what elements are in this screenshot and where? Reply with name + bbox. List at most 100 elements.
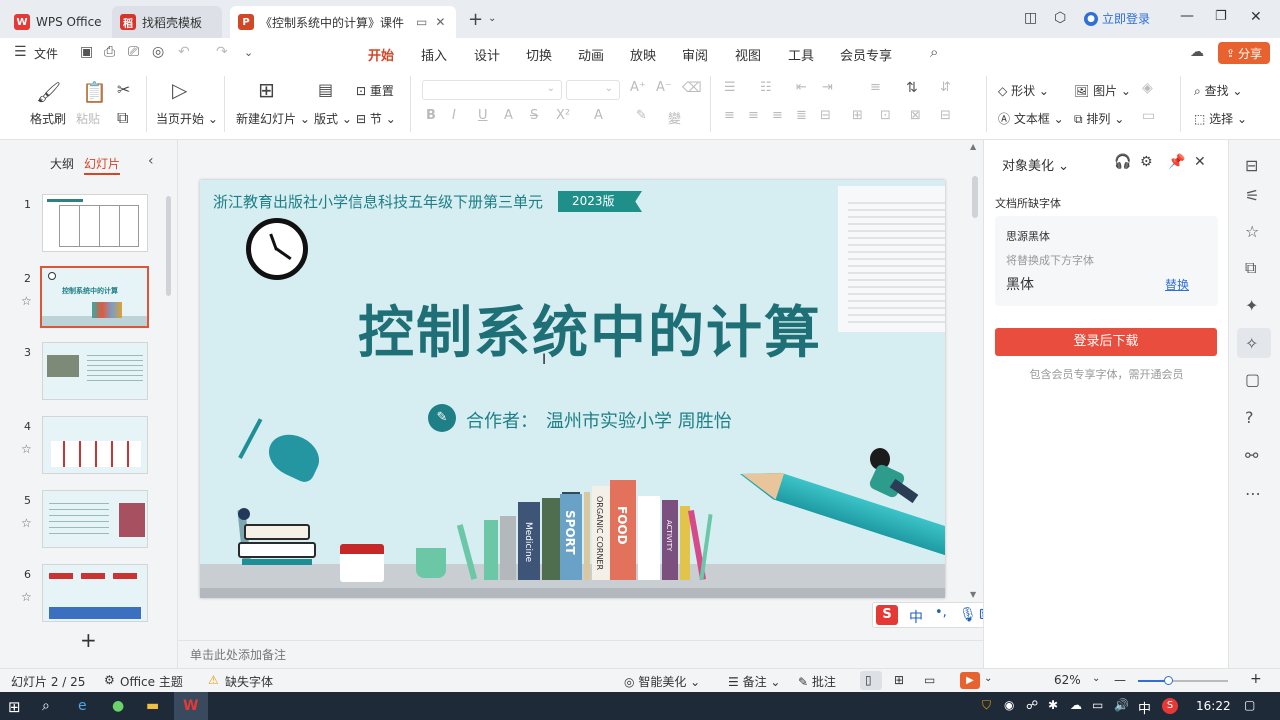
quick-access-chevron-icon[interactable]: ⌄ (244, 46, 253, 59)
taskbar-search-icon[interactable]: ⌕ (42, 698, 50, 714)
tab-ppt-document[interactable]: P 《控制系统中的计算》课件（ ▭ ✕ (230, 6, 456, 38)
tray-network-icon[interactable]: ☍ (1026, 698, 1038, 712)
new-tab-plus-icon[interactable]: + (468, 9, 483, 30)
align-center-icon[interactable]: ≡ (748, 108, 759, 123)
star-icon[interactable]: ☆ (21, 516, 32, 530)
panel-title-dropdown[interactable]: 对象美化 ⌄ (1002, 155, 1069, 174)
picture-button[interactable]: 🖼 图片 ⌄ (1074, 82, 1131, 99)
slide-thumbnail-4[interactable] (42, 416, 148, 474)
tab-tools[interactable]: 工具 (788, 45, 814, 64)
font-family-dropdown[interactable]: ⌄ (422, 80, 562, 100)
volume-icon[interactable]: 🔊 (1114, 698, 1129, 712)
help-icon[interactable]: ? (1245, 408, 1254, 427)
tab-insert[interactable]: 插入 (421, 45, 447, 64)
more-icon[interactable]: ⋯ (1245, 484, 1261, 503)
headset-icon[interactable]: 🎧 (1114, 154, 1131, 170)
cube-icon[interactable]: ⬡ (1054, 10, 1066, 26)
ime-lang[interactable]: 中 (909, 607, 923, 627)
layout-button[interactable]: 版式 ⌄ (314, 110, 352, 127)
tab-list-chevron-icon[interactable]: ⌄ (488, 13, 496, 24)
tab-design[interactable]: 设计 (474, 45, 500, 64)
slide-thumbnail-1[interactable] (42, 194, 148, 252)
close-window-icon[interactable]: ✕ (1250, 9, 1262, 25)
tab-slideshow[interactable]: 放映 (630, 45, 656, 64)
font-size-dropdown[interactable]: ⌄ (566, 80, 620, 100)
font-color-icon[interactable]: A (594, 108, 603, 123)
tab-docer[interactable]: 稻 找稻壳模板 (112, 6, 222, 38)
gear-icon[interactable]: ⚙ (1140, 154, 1153, 170)
sort-icon[interactable]: ⇅ (906, 80, 918, 96)
columns-icon[interactable]: ⊞ (852, 108, 863, 123)
strikethrough-icon[interactable]: S (530, 108, 538, 123)
slide-thumbnail-3[interactable] (42, 342, 148, 400)
slideshow-chevron-icon[interactable]: ⌄ (984, 673, 992, 684)
file-explorer-icon[interactable]: ▬ (146, 698, 159, 714)
format-painter-button[interactable]: 格式刷 (30, 110, 66, 127)
play-slideshow-button[interactable]: ▶ (960, 672, 980, 689)
missing-font-status[interactable]: 缺失字体 (225, 673, 273, 690)
tab-review[interactable]: 审阅 (682, 45, 708, 64)
bullets-icon[interactable]: ☰ (724, 80, 736, 95)
star-icon[interactable]: ☆ (21, 294, 32, 308)
monitor-icon[interactable]: ▭ (416, 15, 427, 29)
increase-font-icon[interactable]: A⁺ (630, 80, 646, 95)
justify-icon[interactable]: ≣ (796, 108, 807, 123)
pin-icon[interactable]: 📌 (1168, 154, 1185, 170)
taskbar-lang[interactable]: 中 (1138, 698, 1151, 717)
undo-icon[interactable]: ↶ (178, 44, 190, 60)
maximize-icon[interactable]: ❐ (1215, 9, 1227, 24)
char-spacing-icon[interactable]: 變 (668, 108, 681, 127)
normal-view-icon[interactable]: ▯ (865, 673, 872, 687)
tab-transition[interactable]: 切换 (526, 45, 552, 64)
editor-scrollbar[interactable] (972, 176, 978, 218)
shadow-icon[interactable]: A (504, 108, 513, 123)
fill-icon[interactable]: ◈ (1142, 80, 1153, 96)
line-spacing-icon[interactable]: ≡ (870, 80, 881, 95)
tray-cloud-icon[interactable]: ☁ (1070, 698, 1082, 712)
comments-button[interactable]: ✎ 批注 (798, 673, 836, 690)
shape-button[interactable]: ◇ 形状 ⌄ (998, 82, 1049, 99)
zoom-in-icon[interactable]: + (1250, 671, 1262, 687)
wps-taskbar-icon[interactable]: W (183, 698, 198, 714)
textbox-button[interactable]: Ⓐ 文本框 ⌄ (998, 110, 1064, 127)
tray-monitor-icon[interactable]: ▭ (1092, 698, 1103, 712)
tab-wps-office[interactable]: W WPS Office (6, 6, 106, 38)
redo-icon[interactable]: ↷ (216, 44, 228, 60)
tab-animation[interactable]: 动画 (578, 45, 604, 64)
copy-icon[interactable]: ⧉ (117, 108, 128, 128)
slides-tab[interactable]: 幻灯片 (84, 155, 120, 172)
zoom-slider-thumb[interactable] (1164, 676, 1173, 685)
superscript-icon[interactable]: X² (556, 108, 570, 123)
scroll-down-icon[interactable]: ▼ (970, 590, 976, 599)
add-slide-plus-icon[interactable]: + (80, 628, 97, 652)
distribute-icon[interactable]: ⊟ (820, 108, 831, 123)
clear-format-icon[interactable]: ⌫ (682, 80, 702, 96)
text-box-align-icon[interactable]: ⊠ (910, 108, 921, 123)
notification-icon[interactable]: ▢ (1244, 698, 1255, 712)
slide-title[interactable]: 控制系统中的计算 (340, 288, 840, 369)
windows-start-icon[interactable]: ⊞ (8, 698, 21, 716)
minimize-icon[interactable]: — (1180, 8, 1194, 24)
decrease-font-icon[interactable]: A⁻ (656, 80, 672, 95)
tray-shield-icon[interactable]: ⛉ (982, 698, 991, 713)
close-tab-icon[interactable]: ✕ (435, 15, 445, 29)
reading-view-icon[interactable]: ▭ (924, 673, 935, 687)
microphone-icon[interactable]: 🎙 (959, 607, 977, 623)
tab-view[interactable]: 视图 (735, 45, 761, 64)
reading-icon[interactable]: ▢ (1245, 370, 1260, 389)
hamburger-menu-icon[interactable]: ☰ (14, 44, 27, 60)
notes-area[interactable]: 单击此处添加备注 (178, 640, 983, 668)
slide-library-icon[interactable]: ⧉ (1245, 258, 1256, 278)
slide-thumbnail-2[interactable]: 控制系统中的计算 (40, 266, 149, 328)
tray-bluetooth-icon[interactable]: ✱ (1048, 698, 1058, 712)
export-pdf-icon[interactable]: ⎙ (104, 44, 115, 60)
underline-icon[interactable]: U (478, 108, 488, 123)
print-icon[interactable]: ⎚ (128, 44, 139, 60)
decrease-indent-icon[interactable]: ⇤ (796, 80, 807, 95)
replace-link[interactable]: 替换 (1165, 276, 1189, 293)
preview-icon[interactable]: ◎ (152, 44, 164, 60)
ime-punct[interactable]: •, (935, 605, 947, 620)
star-icon[interactable]: ☆ (21, 442, 32, 456)
find-button[interactable]: ⌕ 查找 ⌄ (1194, 82, 1242, 99)
beautify-wand-icon[interactable]: ✧ (1245, 334, 1258, 353)
